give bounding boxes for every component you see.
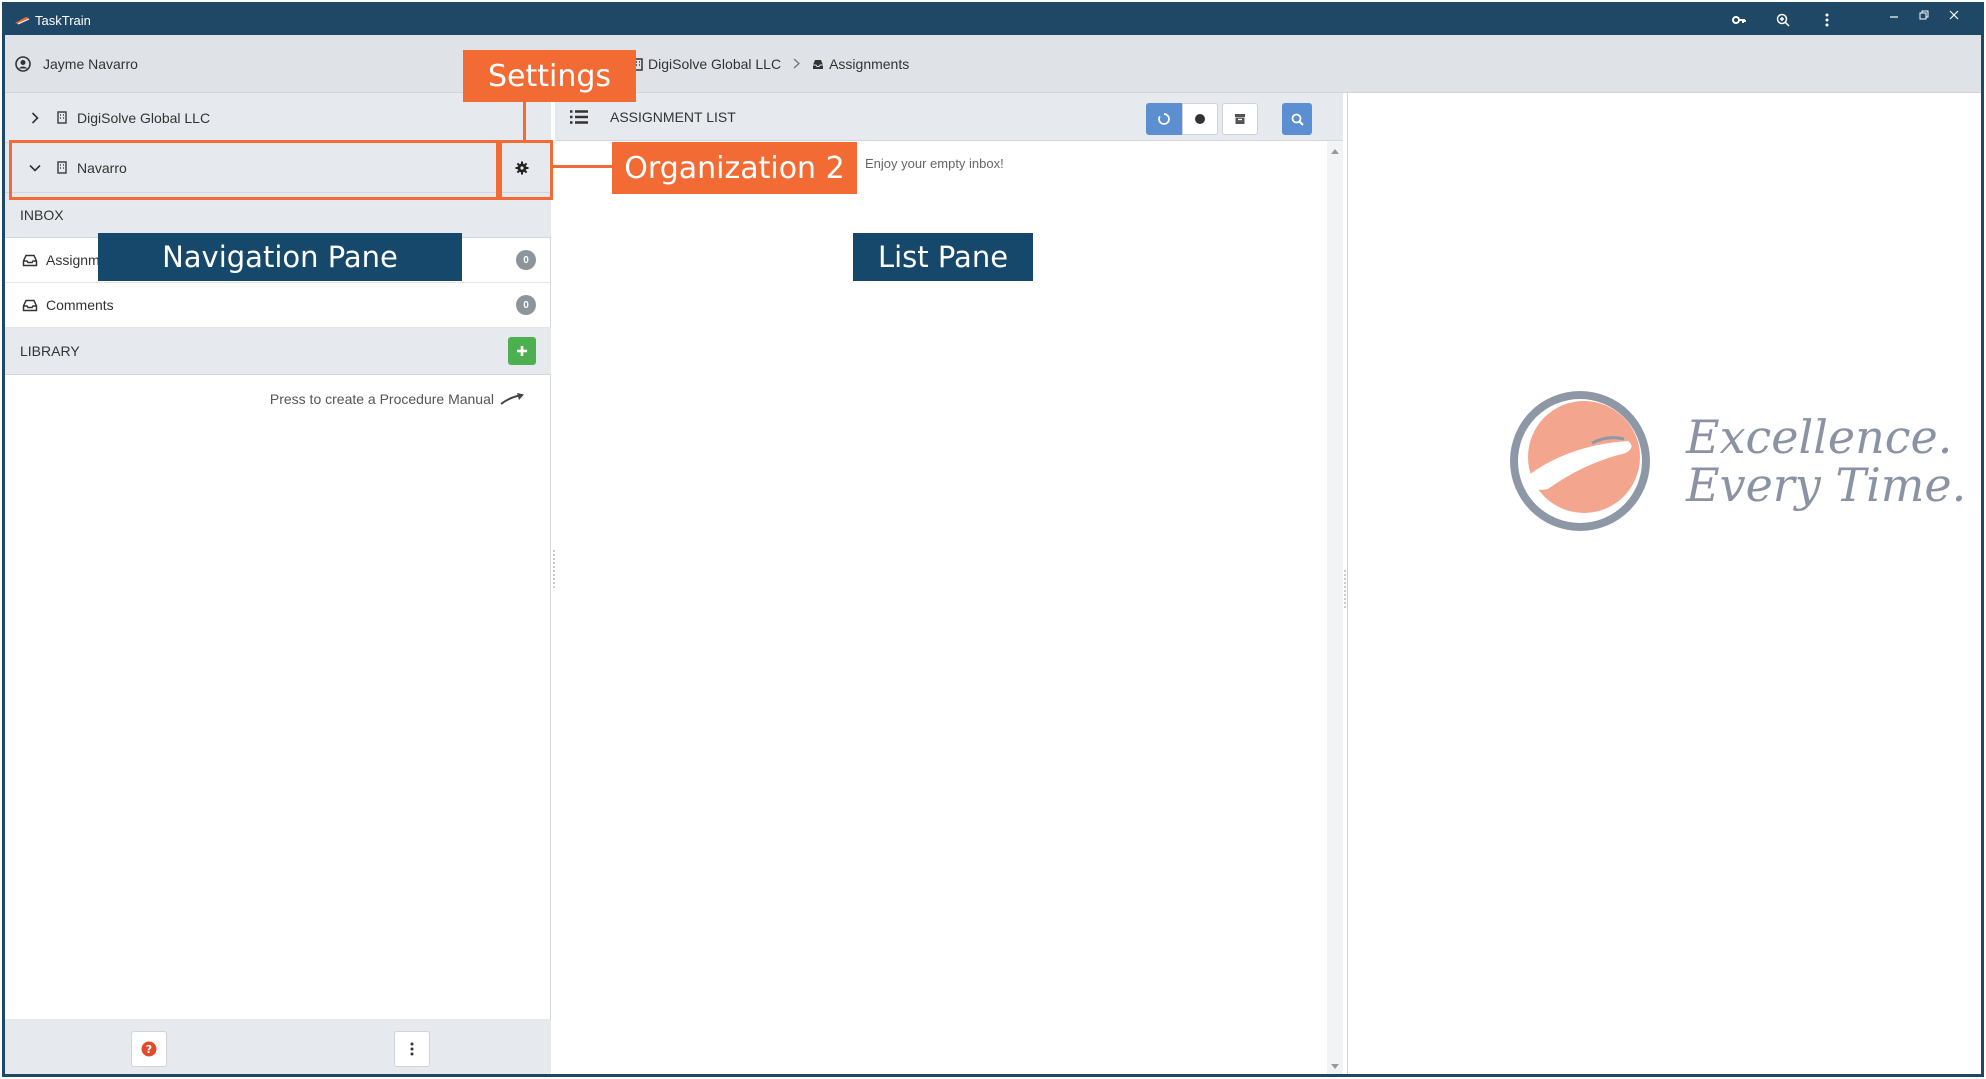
open-filter-button[interactable]: [1182, 103, 1218, 135]
empty-inbox-message: Enjoy your empty inbox!: [865, 156, 1004, 171]
minimize-icon[interactable]: [1879, 9, 1909, 31]
settings-annotation: Settings: [463, 50, 636, 102]
list-pane-annotation: List Pane: [853, 233, 1033, 281]
help-icon: ?: [141, 1041, 157, 1057]
window-title: TaskTrain: [35, 12, 91, 28]
tasktrain-brand-logo: [1510, 391, 1650, 531]
user-profile[interactable]: Jayme Navarro: [15, 35, 138, 93]
plus-icon: [517, 346, 527, 356]
breadcrumb-label: DigiSolve Global LLC: [648, 56, 782, 72]
inbox-icon: [22, 254, 38, 266]
building-icon: [57, 111, 67, 124]
chevron-right-icon[interactable]: [25, 111, 45, 124]
inbox-icon: [22, 299, 38, 311]
navigation-footer: ?: [5, 1019, 551, 1074]
create-manual-hint: Press to create a Procedure Manual: [270, 391, 526, 407]
nav-item-label: Comments: [46, 297, 114, 313]
help-button[interactable]: ?: [131, 1031, 167, 1067]
tasktrain-logo-icon: [15, 17, 30, 25]
list-scrollbar[interactable]: [1327, 141, 1343, 1074]
status-filter-group: [1146, 103, 1218, 135]
settings-highlight-box: [499, 140, 553, 200]
search-button[interactable]: [1282, 103, 1312, 135]
more-vertical-icon[interactable]: [1805, 5, 1849, 35]
library-title: LIBRARY: [20, 343, 80, 359]
breadcrumb-label: Assignments: [829, 56, 910, 72]
tagline-line-2: Every Time.: [1686, 458, 1967, 512]
organization-callout-line: [553, 165, 617, 168]
create-manual-hint-text: Press to create a Procedure Manual: [269, 391, 494, 407]
nav-item-comments[interactable]: Comments 0: [5, 283, 551, 328]
detail-pane: Excellence. Every Time.: [1347, 93, 1981, 1074]
user-name: Jayme Navarro: [43, 56, 138, 72]
more-options-button[interactable]: [394, 1031, 430, 1067]
tagline: Excellence. Every Time.: [1686, 413, 1966, 509]
title-bar: TaskTrain: [5, 5, 1981, 35]
breadcrumb-item-organization[interactable]: DigiSolve Global LLC: [633, 56, 781, 72]
organization-annotation: Organization 2: [612, 142, 857, 194]
refresh-icon: [1158, 113, 1170, 125]
app-window: TaskTrain Jayme Navarro DigiSolve Global…: [2, 2, 1984, 1077]
archive-filter-group: [1222, 103, 1258, 135]
count-badge: 0: [516, 295, 536, 315]
curved-arrow-icon: [500, 393, 524, 405]
search-group: [1282, 103, 1312, 135]
in-progress-filter-button[interactable]: [1146, 103, 1182, 135]
library-section-header: LIBRARY: [5, 328, 551, 375]
chevron-right-icon: [793, 56, 801, 72]
breadcrumb: DigiSolve Global LLC Assignments: [633, 35, 909, 93]
circle-icon: [1195, 114, 1205, 124]
tagline-line-1: Excellence.: [1686, 410, 1953, 464]
scroll-up-icon[interactable]: [1331, 149, 1339, 154]
navigation-pane-annotation: Navigation Pane: [98, 233, 462, 281]
search-icon: [1291, 113, 1304, 126]
svg-text:?: ?: [146, 1043, 152, 1056]
breadcrumb-item-assignments[interactable]: Assignments: [812, 56, 909, 72]
more-vertical-icon: [410, 1042, 414, 1056]
org-name: DigiSolve Global LLC: [77, 109, 211, 126]
inbox-icon: [813, 59, 824, 69]
close-icon[interactable]: [1939, 9, 1969, 31]
scroll-down-icon[interactable]: [1331, 1064, 1339, 1069]
key-icon[interactable]: [1717, 5, 1761, 35]
restore-icon[interactable]: [1909, 9, 1939, 31]
count-badge: 0: [516, 250, 536, 270]
list-toolbar: ASSIGNMENT LIST: [555, 93, 1343, 141]
archive-filter-button[interactable]: [1222, 103, 1258, 135]
add-procedure-manual-button[interactable]: [508, 337, 536, 365]
user-icon: [15, 56, 31, 72]
archive-icon: [1235, 114, 1245, 124]
list-icon[interactable]: [570, 109, 588, 124]
zoom-icon[interactable]: [1761, 5, 1805, 35]
header-bar: Jayme Navarro DigiSolve Global LLC Assig…: [5, 35, 1981, 93]
organization-highlight-box: [9, 140, 499, 200]
list-title: ASSIGNMENT LIST: [610, 108, 736, 125]
settings-callout-line: [523, 100, 526, 142]
